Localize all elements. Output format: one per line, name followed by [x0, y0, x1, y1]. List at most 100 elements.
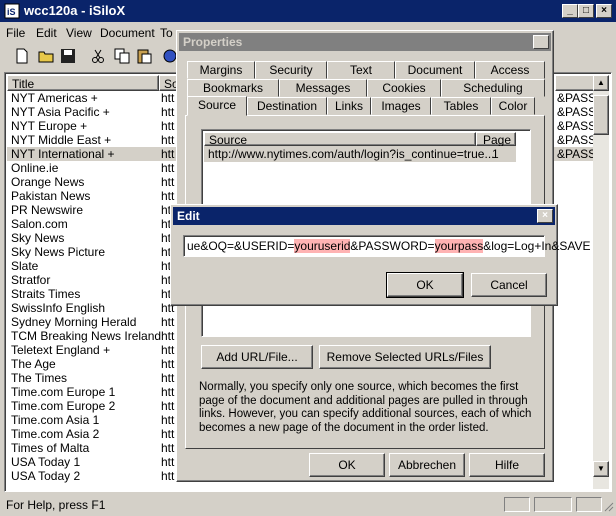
tab-messages[interactable]: Messages: [279, 79, 367, 97]
tab-tables[interactable]: Tables: [431, 97, 491, 115]
list-item-title[interactable]: Stratfor: [11, 273, 50, 287]
list-item-title[interactable]: Orange News: [11, 175, 84, 189]
list-item-source[interactable]: htt: [161, 161, 174, 175]
tab-images[interactable]: Images: [371, 97, 431, 115]
cut-icon[interactable]: [90, 48, 106, 64]
minimize-button[interactable]: _: [562, 4, 578, 18]
menu-file[interactable]: File: [6, 26, 25, 40]
list-item-title[interactable]: Time.com Asia 1: [11, 413, 99, 427]
list-item-source[interactable]: htt: [161, 385, 174, 399]
list-item-source[interactable]: htt: [161, 91, 174, 105]
list-item-source[interactable]: htt: [161, 315, 174, 329]
help-button[interactable]: Hilfe: [469, 453, 545, 477]
edit-cancel-button[interactable]: Cancel: [471, 273, 547, 297]
save-icon[interactable]: [60, 48, 76, 64]
list-item-source[interactable]: htt: [161, 133, 174, 147]
list-item-title[interactable]: Online.ie: [11, 161, 58, 175]
tab-destination[interactable]: Destination: [247, 97, 327, 115]
source-column-header[interactable]: Source: [204, 132, 476, 147]
list-item-title[interactable]: USA Today 2: [11, 469, 80, 483]
tab-links[interactable]: Links: [327, 97, 371, 115]
list-item-source[interactable]: htt: [161, 441, 174, 455]
list-item-title[interactable]: Times of Malta: [11, 441, 89, 455]
edit-close-button[interactable]: ×: [537, 209, 553, 223]
tab-access[interactable]: Access: [475, 61, 545, 79]
menu-tools[interactable]: To: [160, 26, 173, 40]
list-item-title[interactable]: The Times: [11, 371, 67, 385]
list-item-title[interactable]: Teletext England +: [11, 343, 110, 357]
vertical-scrollbar[interactable]: ▲ ▼: [593, 75, 609, 489]
add-url-button[interactable]: Add URL/File...: [201, 345, 313, 369]
list-item-source[interactable]: htt: [161, 119, 174, 133]
list-item-source[interactable]: htt: [161, 399, 174, 413]
list-item-title[interactable]: Pakistan News: [11, 189, 90, 203]
list-item-title[interactable]: Straits Times: [11, 287, 80, 301]
list-item-title[interactable]: NYT International +: [11, 147, 115, 161]
menu-edit[interactable]: Edit: [36, 26, 57, 40]
tab-cookies[interactable]: Cookies: [367, 79, 441, 97]
tab-source[interactable]: Source: [187, 96, 247, 116]
tab-security[interactable]: Security: [255, 61, 327, 79]
list-item-title[interactable]: NYT Middle East +: [11, 133, 111, 147]
new-icon[interactable]: [14, 48, 30, 64]
scroll-up-button[interactable]: ▲: [593, 75, 609, 91]
list-item-title[interactable]: Time.com Europe 2: [11, 399, 115, 413]
menu-document[interactable]: Document: [100, 26, 155, 40]
list-item-source[interactable]: htt: [161, 371, 174, 385]
edit-title-bar[interactable]: Edit ×: [173, 207, 555, 225]
column-header-extra[interactable]: [555, 75, 595, 91]
list-item-title[interactable]: NYT Asia Pacific +: [11, 105, 110, 119]
edit-value-input[interactable]: ue&OQ=&USERID=youruserid&PASSWORD=yourpa…: [183, 235, 590, 257]
list-item-source[interactable]: htt: [161, 427, 174, 441]
main-title-bar[interactable]: iS wcc120a - iSiloX _ □ ×: [0, 0, 616, 22]
maximize-button[interactable]: □: [578, 4, 594, 18]
tab-text[interactable]: Text: [327, 61, 395, 79]
list-item-source[interactable]: htt: [161, 175, 174, 189]
list-item-title[interactable]: The Age: [11, 357, 56, 371]
properties-close-button[interactable]: ×: [533, 35, 549, 49]
list-item-source[interactable]: htt: [161, 343, 174, 357]
source-row[interactable]: http://www.nytimes.com/auth/login?is_con…: [204, 146, 516, 162]
list-item-title[interactable]: NYT Europe +: [11, 119, 87, 133]
properties-title-bar[interactable]: Properties ×: [179, 33, 551, 51]
list-item-source[interactable]: htt: [161, 455, 174, 469]
cancel-button[interactable]: Abbrechen: [389, 453, 465, 477]
tab-bookmarks[interactable]: Bookmarks: [187, 79, 279, 97]
scroll-thumb[interactable]: [593, 95, 609, 135]
ok-button[interactable]: OK: [309, 453, 385, 477]
list-item-title[interactable]: SwissInfo English: [11, 301, 105, 315]
copy-icon[interactable]: [114, 48, 130, 64]
list-item-title[interactable]: Sky News: [11, 231, 64, 245]
list-item-title[interactable]: Salon.com: [11, 217, 68, 231]
list-item-source[interactable]: htt: [161, 329, 174, 343]
list-item-title[interactable]: USA Today 1: [11, 455, 80, 469]
list-item-title[interactable]: NYT Americas +: [11, 91, 98, 105]
list-item-source[interactable]: htt: [161, 357, 174, 371]
list-item-title[interactable]: Sky News Picture: [11, 245, 105, 259]
resize-grip-icon[interactable]: [602, 500, 614, 512]
tab-scheduling[interactable]: Scheduling: [441, 79, 545, 97]
tab-document[interactable]: Document: [395, 61, 475, 79]
tab-margins[interactable]: Margins: [187, 61, 255, 79]
column-header-title[interactable]: Title: [7, 75, 159, 91]
remove-urls-button[interactable]: Remove Selected URLs/Files: [319, 345, 491, 369]
list-item-title[interactable]: Sydney Morning Herald: [11, 315, 136, 329]
tab-color[interactable]: Color: [491, 97, 535, 115]
list-item-source[interactable]: htt: [161, 189, 174, 203]
list-item-source[interactable]: htt: [161, 105, 174, 119]
list-item-source[interactable]: htt: [161, 147, 174, 161]
menu-view[interactable]: View: [66, 26, 92, 40]
convert-icon[interactable]: [162, 48, 177, 64]
scroll-down-button[interactable]: ▼: [593, 461, 609, 477]
list-item-title[interactable]: Time.com Europe 1: [11, 385, 115, 399]
list-item-title[interactable]: Slate: [11, 259, 38, 273]
list-item-source[interactable]: htt: [161, 469, 174, 483]
close-button[interactable]: ×: [596, 4, 612, 18]
page-column-header[interactable]: Page: [476, 132, 516, 147]
list-item-source[interactable]: htt: [161, 413, 174, 427]
open-icon[interactable]: [38, 48, 54, 64]
list-item-title[interactable]: PR Newswire: [11, 203, 83, 217]
edit-ok-button[interactable]: OK: [386, 272, 464, 298]
paste-icon[interactable]: [136, 48, 152, 64]
list-item-title[interactable]: TCM Breaking News Ireland: [11, 329, 161, 343]
